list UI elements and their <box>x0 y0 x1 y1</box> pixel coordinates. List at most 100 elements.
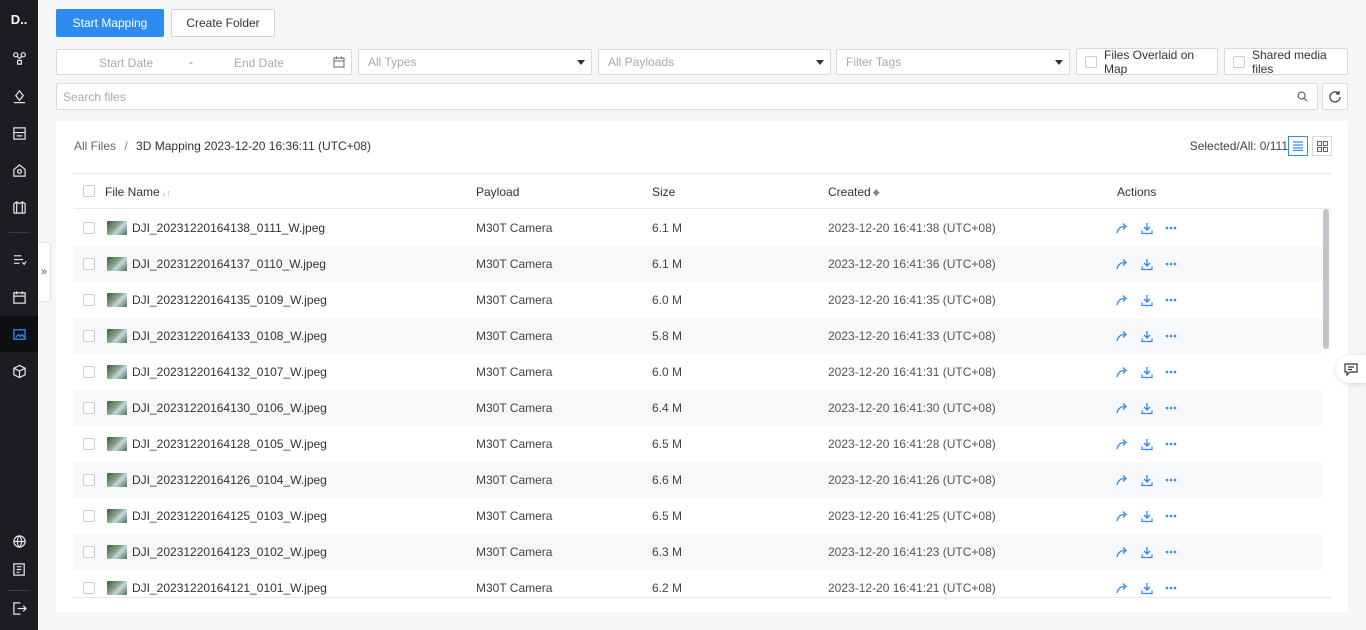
share-icon[interactable] <box>1115 293 1129 307</box>
more-icon[interactable] <box>1164 545 1178 559</box>
table-row[interactable]: DJI_20231220164125_0103_W.jpeg M30T Camer… <box>74 498 1322 534</box>
row-checkbox[interactable] <box>83 258 95 270</box>
row-checkbox[interactable] <box>83 366 95 378</box>
download-icon[interactable] <box>1140 365 1154 379</box>
table-scrollbar[interactable] <box>1323 209 1329 349</box>
flight-task-icon[interactable] <box>0 242 38 278</box>
table-row[interactable]: DJI_20231220164123_0102_W.jpeg M30T Camer… <box>74 534 1322 570</box>
expand-panel-button[interactable]: » <box>38 242 51 302</box>
row-checkbox[interactable] <box>83 294 95 306</box>
table-row[interactable]: DJI_20231220164130_0106_W.jpeg M30T Camer… <box>74 390 1322 426</box>
more-icon[interactable] <box>1164 401 1178 415</box>
list-view-button[interactable] <box>1288 136 1308 156</box>
end-date-placeholder[interactable]: End Date <box>234 56 284 70</box>
start-mapping-button[interactable]: Start Mapping <box>56 9 164 37</box>
tags-select[interactable]: Filter Tags <box>836 49 1070 75</box>
image-thumbnail[interactable] <box>107 473 127 487</box>
logout-icon[interactable] <box>0 590 38 626</box>
search-icon[interactable] <box>1297 91 1308 102</box>
table-row[interactable]: DJI_20231220164133_0108_W.jpeg M30T Camer… <box>74 318 1322 354</box>
shared-media-checkbox[interactable] <box>1233 55 1245 68</box>
download-icon[interactable] <box>1140 473 1154 487</box>
file-name[interactable]: DJI_20231220164128_0105_W.jpeg <box>132 437 327 451</box>
table-row[interactable]: DJI_20231220164132_0107_W.jpeg M30T Camer… <box>74 354 1322 390</box>
file-name[interactable]: DJI_20231220164126_0104_W.jpeg <box>132 473 327 487</box>
share-icon[interactable] <box>1115 329 1129 343</box>
file-name[interactable]: DJI_20231220164130_0106_W.jpeg <box>132 401 327 415</box>
more-icon[interactable] <box>1164 293 1178 307</box>
file-name[interactable]: DJI_20231220164137_0110_W.jpeg <box>132 257 326 271</box>
share-icon[interactable] <box>1115 437 1129 451</box>
download-icon[interactable] <box>1140 329 1154 343</box>
share-icon[interactable] <box>1115 473 1129 487</box>
share-icon[interactable] <box>1115 257 1129 271</box>
share-icon[interactable] <box>1115 365 1129 379</box>
table-row[interactable]: DJI_20231220164128_0105_W.jpeg M30T Camer… <box>74 426 1322 462</box>
row-checkbox[interactable] <box>83 546 95 558</box>
search-box[interactable] <box>56 83 1318 110</box>
media-icon[interactable] <box>0 316 38 352</box>
feedback-button[interactable] <box>1336 355 1366 383</box>
download-icon[interactable] <box>1140 221 1154 235</box>
table-row[interactable]: DJI_20231220164137_0110_W.jpeg M30T Camer… <box>74 246 1322 282</box>
select-all-checkbox[interactable] <box>83 185 95 197</box>
more-icon[interactable] <box>1164 329 1178 343</box>
type-select[interactable]: All Types <box>358 49 592 75</box>
overlay-map-checkbox[interactable] <box>1085 55 1097 68</box>
download-icon[interactable] <box>1140 509 1154 523</box>
model-icon[interactable] <box>0 353 38 389</box>
device-icon[interactable] <box>0 115 38 151</box>
row-checkbox[interactable] <box>83 222 95 234</box>
sort-icon[interactable]: ↓↑ <box>162 188 171 198</box>
download-icon[interactable] <box>1140 581 1154 595</box>
row-checkbox[interactable] <box>83 402 95 414</box>
image-thumbnail[interactable] <box>107 581 127 595</box>
breadcrumb-root[interactable]: All Files <box>74 139 116 153</box>
row-checkbox[interactable] <box>83 510 95 522</box>
start-date-placeholder[interactable]: Start Date <box>99 56 153 70</box>
file-name[interactable]: DJI_20231220164135_0109_W.jpeg <box>132 293 327 307</box>
row-checkbox[interactable] <box>83 474 95 486</box>
calendar-icon[interactable] <box>0 279 38 315</box>
download-icon[interactable] <box>1140 401 1154 415</box>
file-name[interactable]: DJI_20231220164138_0111_W.jpeg <box>132 221 325 235</box>
calendar-icon[interactable] <box>333 56 345 68</box>
create-folder-button[interactable]: Create Folder <box>171 9 275 37</box>
row-checkbox[interactable] <box>83 330 95 342</box>
row-checkbox[interactable] <box>83 438 95 450</box>
search-input[interactable] <box>63 89 1263 104</box>
payload-select[interactable]: All Payloads <box>598 49 831 75</box>
share-icon[interactable] <box>1115 581 1129 595</box>
grid-view-button[interactable] <box>1312 136 1332 156</box>
dock-icon[interactable] <box>0 152 38 188</box>
file-name[interactable]: DJI_20231220164132_0107_W.jpeg <box>132 365 327 379</box>
download-icon[interactable] <box>1140 545 1154 559</box>
image-thumbnail[interactable] <box>107 329 127 343</box>
download-icon[interactable] <box>1140 437 1154 451</box>
more-icon[interactable] <box>1164 437 1178 451</box>
table-row[interactable]: DJI_20231220164126_0104_W.jpeg M30T Camer… <box>74 462 1322 498</box>
download-icon[interactable] <box>1140 257 1154 271</box>
date-range-picker[interactable]: Start Date - End Date <box>56 49 352 75</box>
share-icon[interactable] <box>1115 545 1129 559</box>
map-icon[interactable] <box>0 189 38 225</box>
share-icon[interactable] <box>1115 509 1129 523</box>
table-row[interactable]: DJI_20231220164121_0101_W.jpeg M30T Camer… <box>74 570 1322 595</box>
more-icon[interactable] <box>1164 509 1178 523</box>
more-icon[interactable] <box>1164 473 1178 487</box>
column-header-file-name[interactable]: File Name ↓↑ <box>105 185 171 199</box>
image-thumbnail[interactable] <box>107 401 127 415</box>
file-name[interactable]: DJI_20231220164123_0102_W.jpeg <box>132 545 327 559</box>
app-logo[interactable]: D.. <box>0 0 38 38</box>
more-icon[interactable] <box>1164 365 1178 379</box>
image-thumbnail[interactable] <box>107 437 127 451</box>
refresh-button[interactable] <box>1322 83 1348 110</box>
image-thumbnail[interactable] <box>107 221 127 235</box>
log-icon[interactable] <box>0 551 38 587</box>
drone-icon[interactable] <box>0 40 38 76</box>
more-icon[interactable] <box>1164 221 1178 235</box>
share-icon[interactable] <box>1115 401 1129 415</box>
shared-media-toggle[interactable]: Shared media files <box>1224 48 1348 76</box>
more-icon[interactable] <box>1164 581 1178 595</box>
table-row[interactable]: DJI_20231220164135_0109_W.jpeg M30T Camer… <box>74 282 1322 318</box>
